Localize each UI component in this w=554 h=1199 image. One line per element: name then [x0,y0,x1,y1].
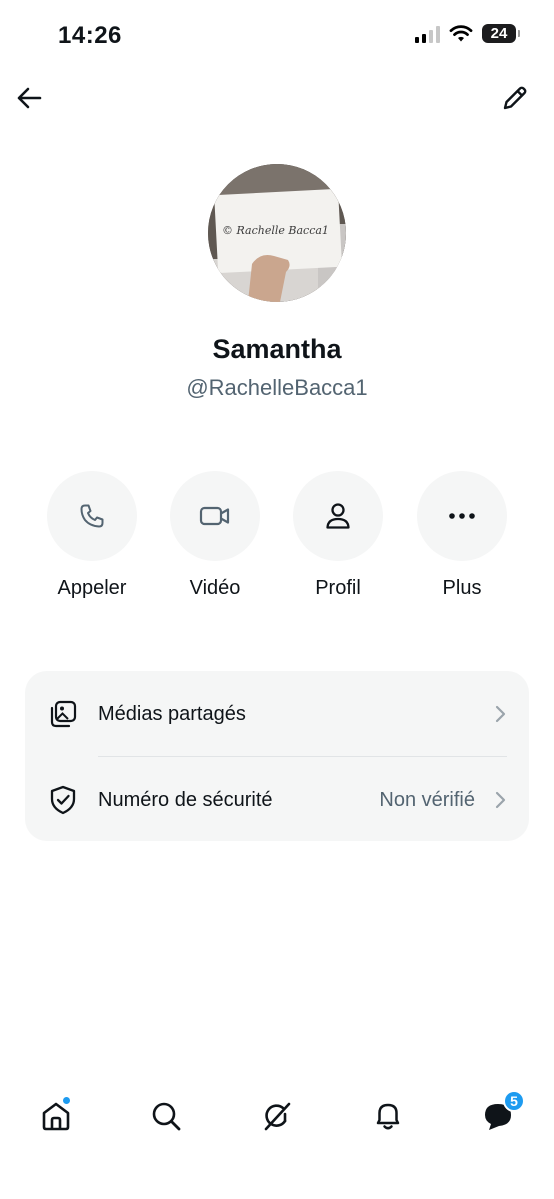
nav-home[interactable] [34,1094,78,1138]
messages-badge: 5 [503,1090,525,1112]
nav-search[interactable] [144,1094,188,1138]
shield-check-icon [47,784,79,816]
nav-grok[interactable] [255,1094,299,1138]
status-bar: 14:26 24 [0,0,554,72]
call-button-circle[interactable] [47,471,137,561]
signal-icon [415,25,440,43]
phone-icon [80,504,104,528]
settings-card: Médias partagés Numéro de sécurité Non v… [25,671,529,841]
search-icon [152,1102,181,1131]
video-icon [199,506,230,526]
chevron-right-icon [495,791,506,809]
profile-name: Samantha [212,334,342,364]
shared-media-label: Médias partagés [98,702,246,725]
avatar[interactable]: © Rachelle Bacca1 [208,164,346,302]
person-icon [326,503,350,529]
profile-button[interactable]: Profil [278,471,398,600]
nav-notifications[interactable] [366,1094,410,1138]
bottom-nav: 5 [0,1080,554,1152]
profile-label: Profil [315,577,361,599]
profile-handle: @RachelleBacca1 [186,375,368,400]
shared-media-row[interactable]: Médias partagés [25,671,529,757]
wifi-icon [449,24,473,41]
chevron-right-icon [495,705,506,723]
safety-number-label: Numéro de sécurité [98,788,273,811]
safety-number-row[interactable]: Numéro de sécurité Non vérifié [25,757,529,843]
video-button[interactable]: Vidéo [155,471,275,600]
more-button-circle[interactable] [417,471,507,561]
avatar-image: © Rachelle Bacca1 [208,164,346,302]
video-label: Vidéo [189,577,241,599]
arrow-left-icon [17,87,42,109]
bell-icon [376,1103,400,1130]
battery-level: 24 [490,25,508,42]
profile-button-circle[interactable] [293,471,383,561]
status-icons: 24 [415,24,520,43]
more-icon [449,513,475,519]
video-button-circle[interactable] [170,471,260,561]
home-notification-dot [62,1096,71,1105]
more-label: Plus [442,577,482,599]
edit-button[interactable] [498,81,532,115]
call-label: Appeler [57,577,127,599]
call-button[interactable]: Appeler [32,471,152,600]
avatar-sign-text: © Rachelle Bacca1 [222,224,329,237]
battery-icon: 24 [482,24,520,43]
safety-number-value: Non vérifié [379,788,475,811]
pencil-icon [503,86,527,110]
back-button[interactable] [12,81,46,115]
nav-messages[interactable]: 5 [476,1090,525,1138]
status-time: 14:26 [58,22,122,49]
grok-icon [264,1102,291,1131]
more-button[interactable]: Plus [402,471,522,600]
media-icon [47,698,79,730]
